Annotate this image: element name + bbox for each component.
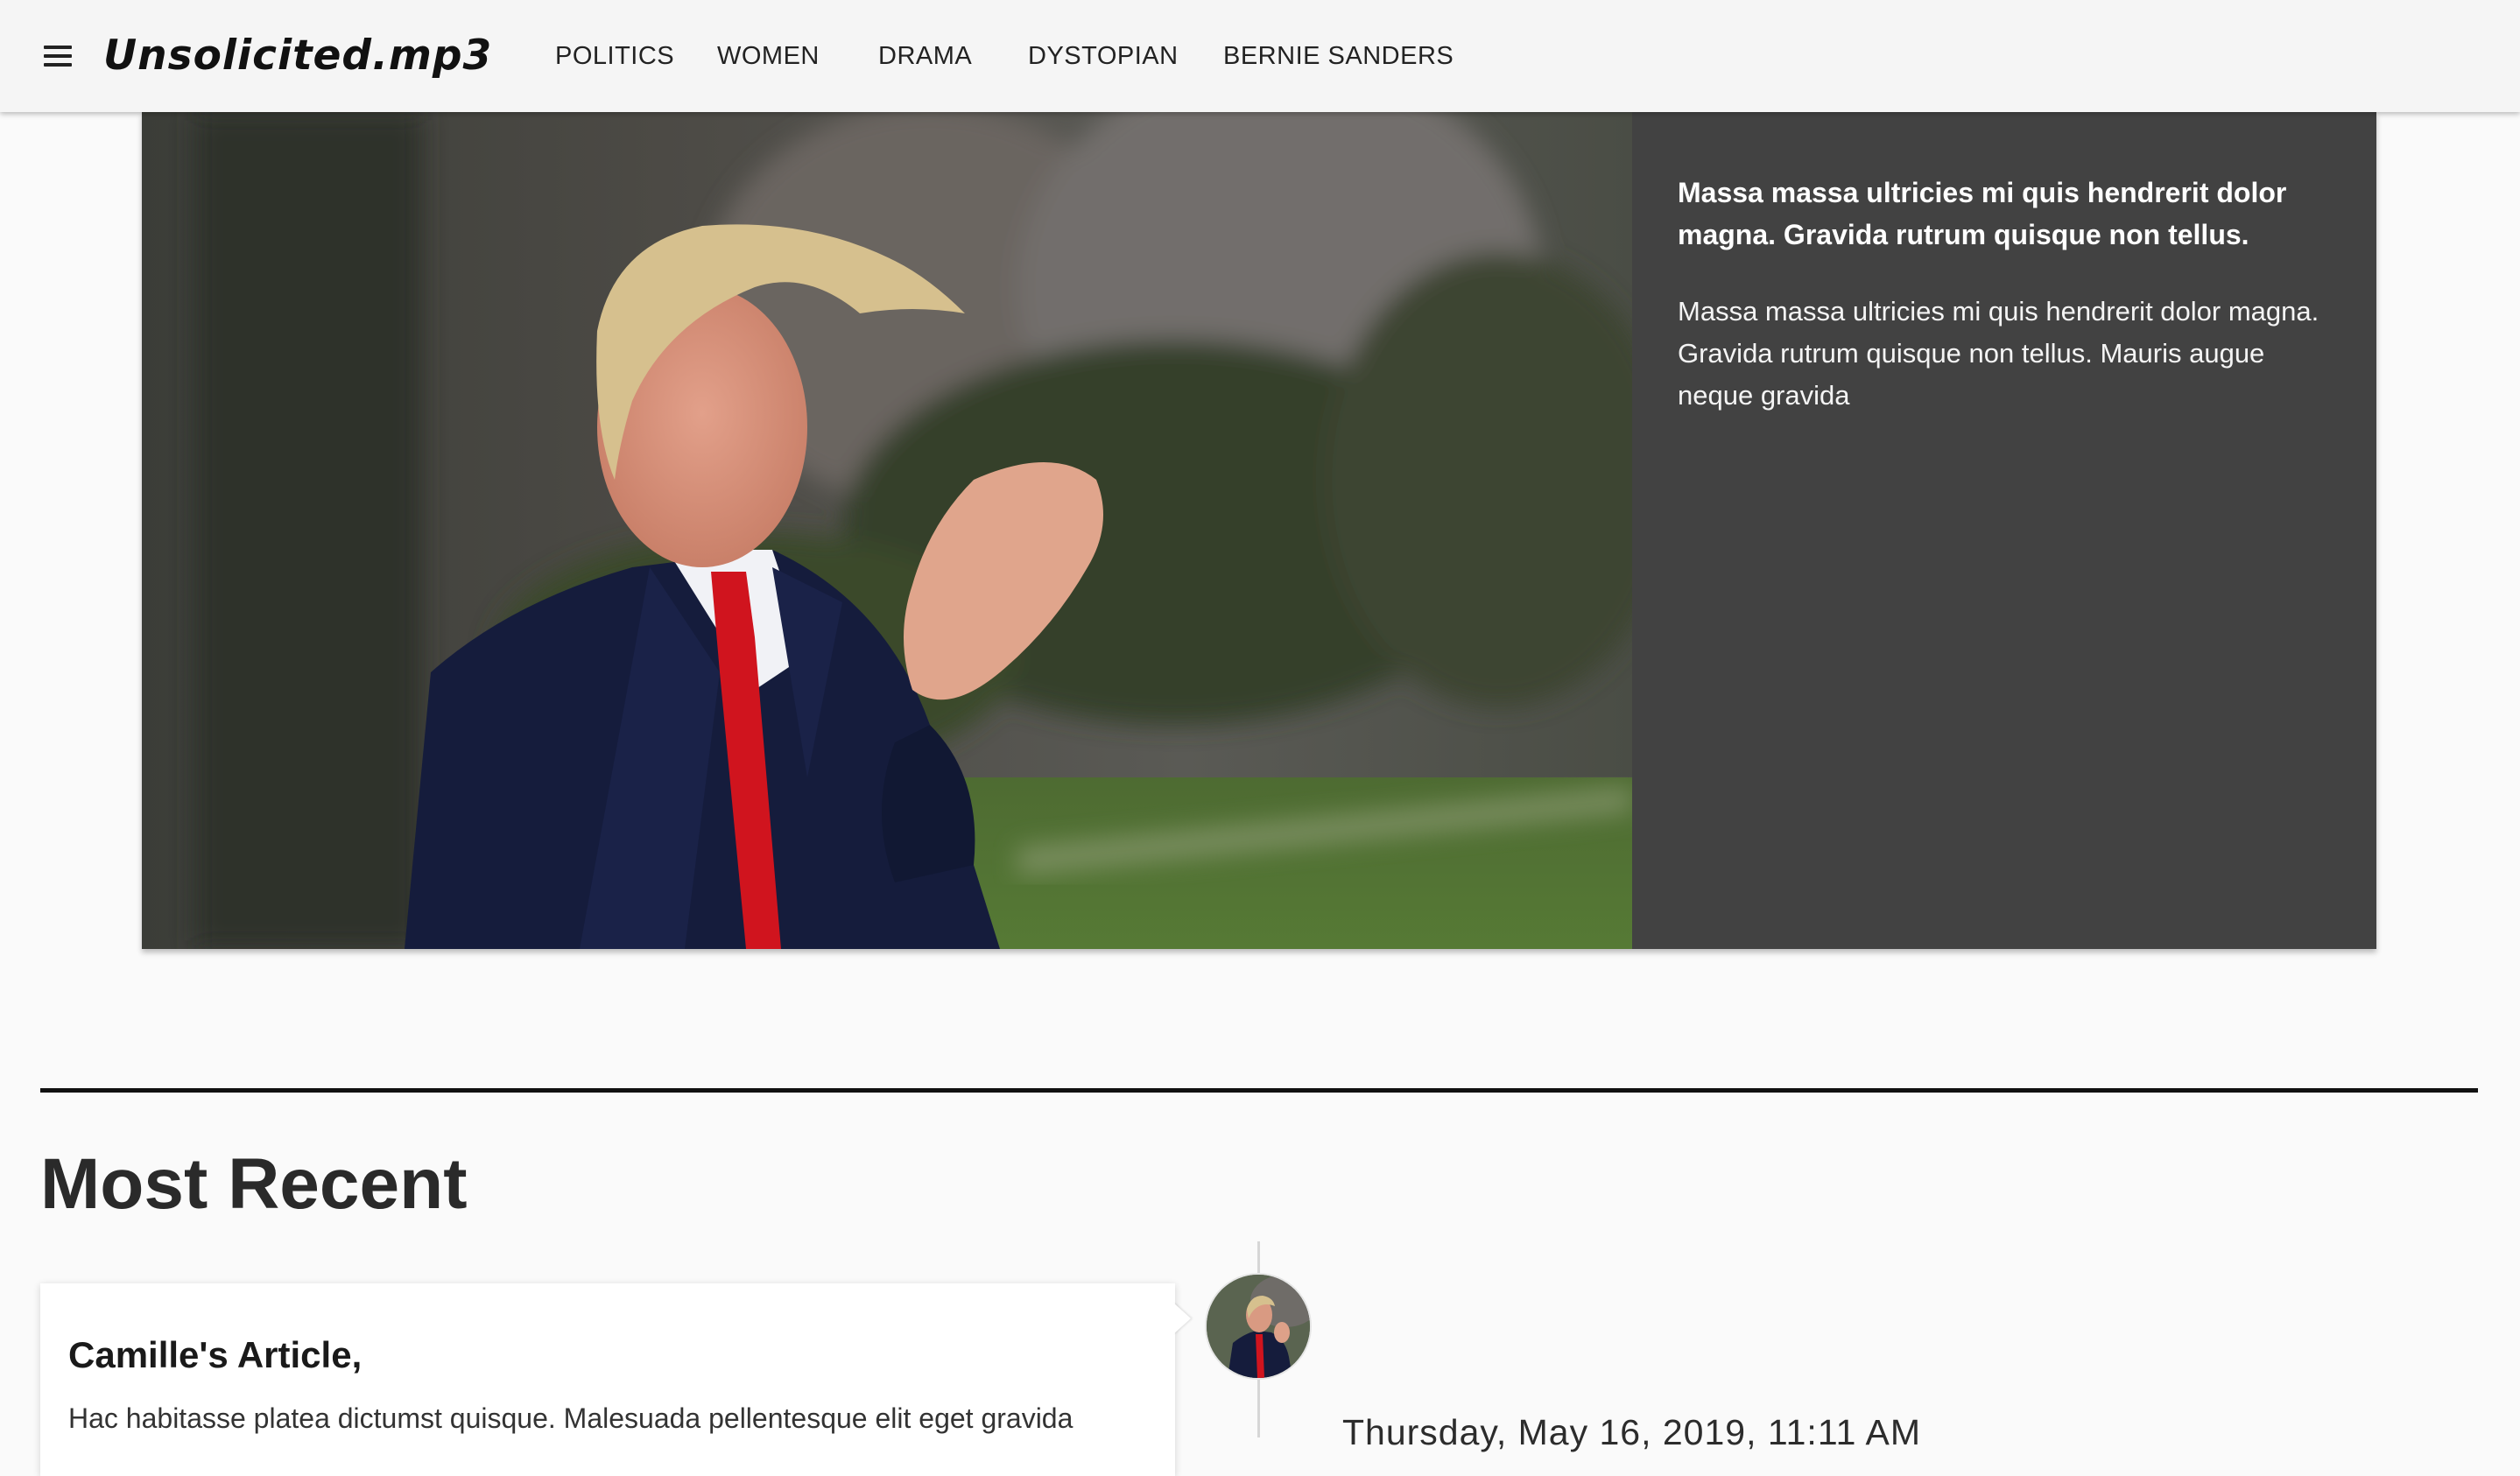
section-divider [40, 1088, 2478, 1093]
card-pointer [1173, 1303, 1191, 1334]
nav-link-drama[interactable]: DRAMA [878, 40, 972, 72]
featured-article-photo [142, 112, 1632, 949]
top-app-bar: Unsolicited.mp3 POLITICS WOMEN DRAMA DYS… [0, 0, 2520, 112]
nav-link-politics[interactable]: POLITICS [555, 40, 674, 72]
site-logo[interactable]: Unsolicited.mp3 [103, 30, 492, 82]
recent-article-title: Camille's Article, [68, 1334, 363, 1375]
recent-article-timestamp: Thursday, May 16, 2019, 11:11 AM [1342, 1412, 1922, 1452]
nav-link-dystopian[interactable]: DYSTOPIAN [1028, 40, 1179, 72]
featured-article-card[interactable]: Massa massa ultricies mi quis hendrerit … [142, 112, 2376, 949]
nav-link-bernie-sanders[interactable]: BERNIE SANDERS [1223, 40, 1454, 72]
hamburger-menu-icon[interactable] [40, 40, 74, 72]
recent-article-card[interactable]: Camille's Article, Hac habitasse platea … [40, 1283, 1175, 1476]
nav-link-women[interactable]: WOMEN [717, 40, 820, 72]
featured-article-summary-panel: Massa massa ultricies mi quis hendrerit … [1632, 112, 2376, 949]
most-recent-heading: Most Recent [40, 1144, 468, 1224]
featured-article-body: Massa massa ultricies mi quis hendrerit … [1678, 296, 2319, 411]
recent-article-excerpt: Hac habitasse platea dictumst quisque. M… [68, 1402, 1073, 1434]
author-avatar[interactable] [1207, 1275, 1310, 1378]
featured-article-lead: Massa massa ultricies mi quis hendrerit … [1678, 177, 2287, 250]
